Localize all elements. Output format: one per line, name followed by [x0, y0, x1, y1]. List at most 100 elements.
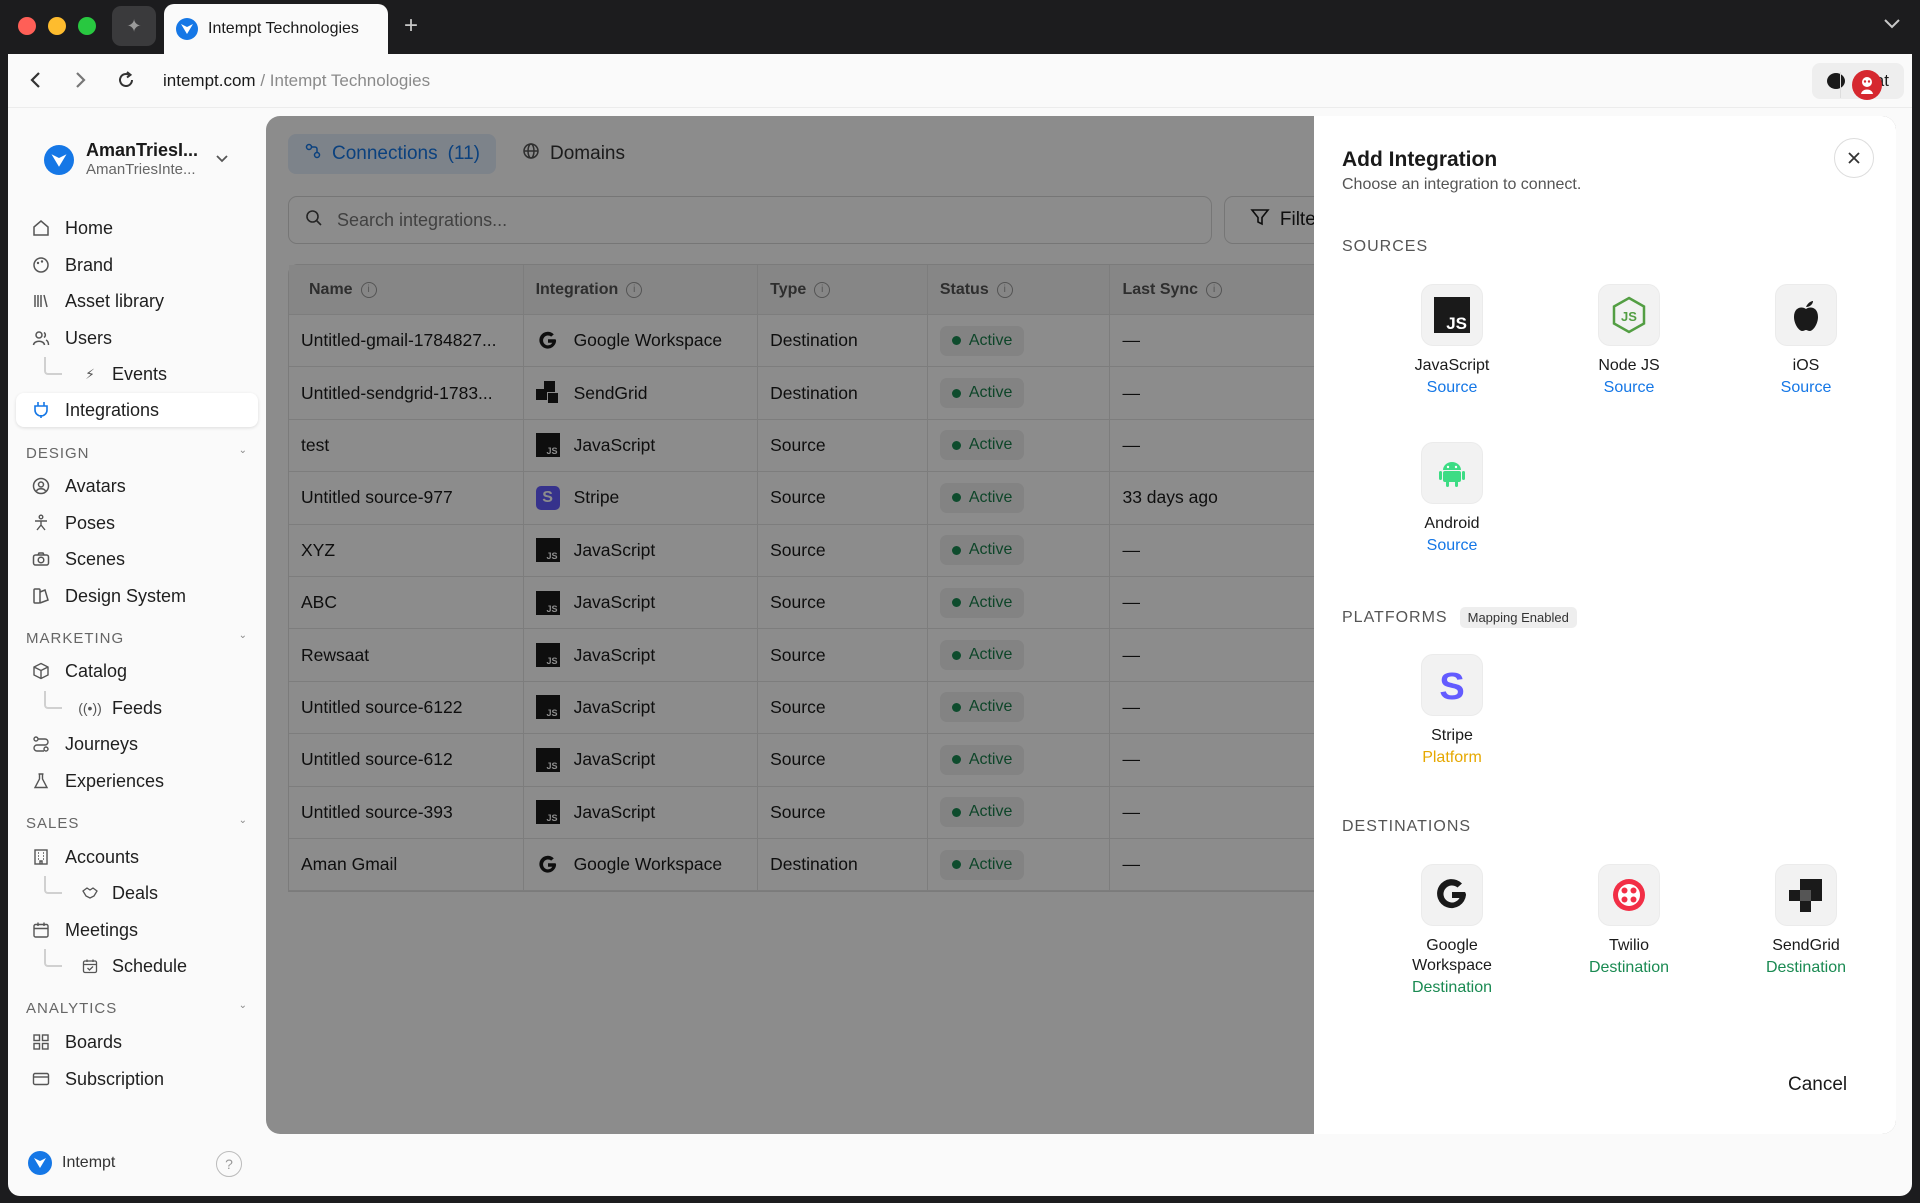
tree-branch [44, 949, 62, 967]
section-marketing[interactable]: MARKETING ⌄ [26, 630, 248, 647]
section-sales[interactable]: SALES ⌄ [26, 815, 248, 832]
pin-icon: ✦ [126, 15, 142, 36]
cancel-button[interactable]: Cancel [1788, 1074, 1847, 1096]
user-avatar[interactable] [1852, 70, 1882, 100]
sidebar-item-integrations[interactable]: Integrations [16, 393, 258, 427]
integration-card-google-workspace[interactable]: Google Workspace Destination [1382, 864, 1522, 999]
sidebar-item-label: Experiences [65, 770, 165, 791]
section-label: DESTINATIONS [1342, 818, 1472, 835]
flask-icon [31, 771, 51, 791]
card-kind: Source [1426, 379, 1478, 396]
sidebar-item-asset-library[interactable]: Asset library [8, 284, 266, 318]
close-window-button[interactable] [18, 17, 36, 35]
sidebar-item-label: Scenes [65, 548, 126, 569]
section-design[interactable]: DESIGN ⌄ [26, 445, 248, 462]
design-system-icon [31, 586, 51, 606]
sidebar-item-avatars[interactable]: Avatars [8, 469, 266, 503]
sidebar-item-schedule[interactable]: Schedule [8, 949, 266, 983]
card-name: Twilio [1608, 937, 1649, 954]
tab-list-chevron-icon[interactable] [1884, 16, 1900, 34]
integration-card-ios[interactable]: iOS Source [1736, 284, 1876, 399]
sidebar-item-home[interactable]: Home [8, 211, 266, 245]
browser-titlebar: ✦ Intempt Technologies + [0, 0, 1920, 54]
lightning-icon: ⚡ [85, 365, 95, 382]
help-icon[interactable]: ? [216, 1151, 242, 1177]
avatar-circle-icon [31, 476, 51, 496]
add-integration-drawer: Add Integration Choose an integration to… [1314, 116, 1896, 1134]
url-path: Intempt Technologies [269, 71, 431, 90]
sidebar-item-label: Users [65, 327, 113, 348]
card-name: SendGrid [1772, 937, 1840, 954]
integration-card-twilio[interactable]: Twilio Destination [1559, 864, 1699, 979]
chat-bubble-icon [1827, 73, 1846, 89]
integration-card-nodejs[interactable]: JS Node JS Source [1559, 284, 1699, 399]
platforms-heading: PLATFORMS Mapping Enabled [1342, 607, 1577, 628]
new-tab-button[interactable]: + [404, 12, 418, 40]
zoom-window-button[interactable] [78, 17, 96, 35]
building-icon [31, 847, 51, 867]
sidebar-item-deals[interactable]: Deals [8, 876, 266, 910]
library-icon [31, 291, 51, 311]
sidebar-item-users[interactable]: Users [8, 321, 266, 355]
card-name: JavaScript [1414, 357, 1490, 374]
minimize-window-button[interactable] [48, 17, 66, 35]
chevron-down-icon [216, 152, 228, 166]
chevron-down-icon: ⌄ [238, 630, 248, 641]
sidebar-item-label: Integrations [65, 399, 160, 420]
stripe-icon: S [1421, 654, 1483, 716]
integration-card-stripe[interactable]: S Stripe Platform [1382, 654, 1522, 769]
sidebar-item-journeys[interactable]: Journeys [8, 727, 266, 761]
intempt-logo-icon [176, 18, 198, 40]
box-icon [31, 661, 51, 681]
sidebar-item-experiences[interactable]: Experiences [8, 764, 266, 798]
destinations-heading: DESTINATIONS [1342, 818, 1471, 836]
chevron-down-icon: ⌄ [238, 1000, 248, 1011]
card-kind: Destination [1411, 979, 1493, 996]
sidebar-footer-brand[interactable]: Intempt [28, 1151, 115, 1175]
browser-tab-active[interactable]: Intempt Technologies [164, 4, 388, 54]
svg-text:JS: JS [1621, 309, 1637, 324]
section-label: PLATFORMS [1342, 608, 1448, 626]
sources-heading: SOURCES [1342, 238, 1428, 256]
pinned-tab[interactable]: ✦ [112, 6, 156, 46]
sidebar-item-label: Journeys [65, 733, 139, 754]
sidebar-item-label: Design System [65, 585, 187, 606]
sidebar-item-accounts[interactable]: Accounts [8, 840, 266, 874]
palette-icon [31, 255, 51, 275]
section-analytics[interactable]: ANALYTICS ⌄ [26, 1000, 248, 1017]
sidebar-item-brand[interactable]: Brand [8, 248, 266, 282]
workspace-logo-icon [44, 145, 74, 175]
sidebar-item-feeds[interactable]: ((•)) Feeds [8, 691, 266, 725]
plug-icon [31, 400, 51, 420]
sidebar-item-boards[interactable]: Boards [8, 1025, 266, 1059]
sidebar-item-poses[interactable]: Poses [8, 506, 266, 540]
sidebar-item-design-system[interactable]: Design System [8, 579, 266, 613]
tree-branch [44, 357, 62, 375]
sidebar-item-subscription[interactable]: Subscription [8, 1062, 266, 1096]
svg-text:JS: JS [1446, 314, 1467, 333]
workspace-subtitle: AmanTriesInte... [86, 161, 196, 178]
footer-brand-label: Intempt [62, 1154, 116, 1171]
integration-card-sendgrid[interactable]: SendGrid Destination [1736, 864, 1876, 979]
card-kind: Destination [1588, 959, 1670, 976]
route-icon [31, 734, 51, 754]
sidebar-item-meetings[interactable]: Meetings [8, 913, 266, 947]
sidebar-item-events[interactable]: ⚡ Events [8, 357, 266, 391]
broadcast-icon: ((•)) [78, 700, 102, 716]
integration-card-android[interactable]: Android Source [1382, 442, 1522, 557]
section-label: MARKETING [26, 630, 125, 647]
header-divider [1840, 72, 1841, 98]
svg-text:S: S [1439, 666, 1464, 704]
card-kind: Destination [1765, 959, 1847, 976]
grid-icon [31, 1032, 51, 1052]
sidebar-item-catalog[interactable]: Catalog [8, 654, 266, 688]
credit-card-icon [31, 1069, 51, 1089]
tree-branch [44, 876, 62, 894]
close-icon[interactable] [1834, 138, 1874, 178]
sidebar-item-scenes[interactable]: Scenes [8, 542, 266, 576]
integration-card-javascript[interactable]: JS JavaScript Source [1382, 284, 1522, 399]
sidebar-item-label: Home [65, 217, 114, 238]
card-kind: Source [1426, 537, 1478, 554]
sidebar-item-label: Avatars [65, 475, 126, 496]
sidebar-item-label: Boards [65, 1031, 123, 1052]
